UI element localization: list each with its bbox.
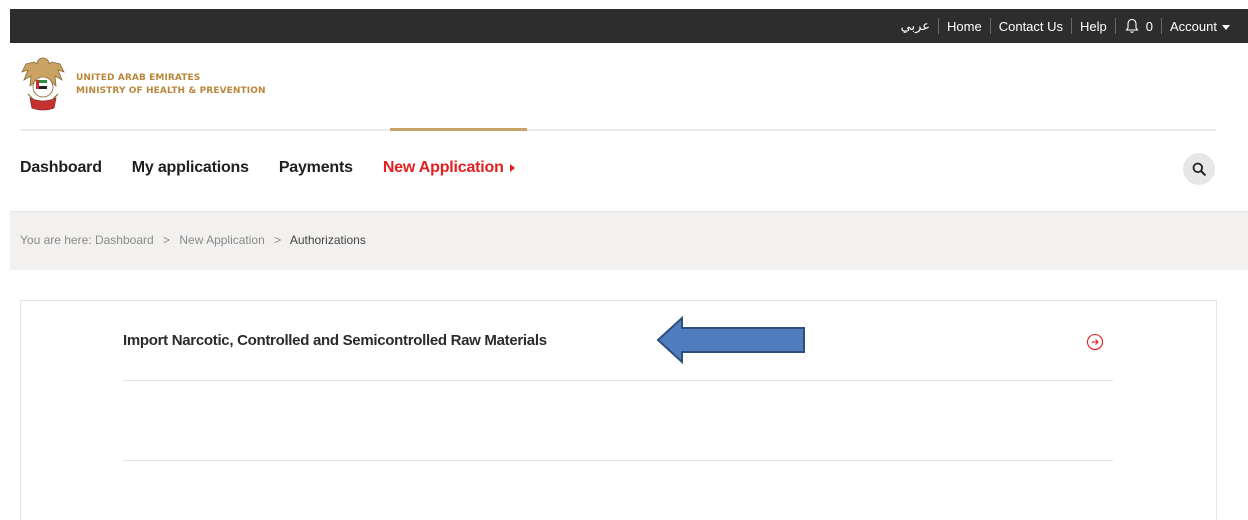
breadcrumb-separator: > [163,233,171,247]
logo-line-ministry: MINISTRY OF HEALTH & PREVENTION [76,86,266,96]
account-label: Account [1170,18,1217,34]
breadcrumb: You are here: Dashboard > New Applicatio… [20,233,366,247]
utility-links: عربي Home Contact Us Help 0 Account [893,9,1238,43]
logo-text: UNITED ARAB EMIRATES MINISTRY OF HEALTH … [76,72,266,98]
annotation-arrow-icon [656,316,805,364]
service-list-card: Import Narcotic, Controlled and Semicont… [20,300,1217,520]
breadcrumb-prefix: You are here: [20,233,92,247]
chevron-down-icon [1222,24,1230,30]
help-link[interactable]: Help [1072,19,1115,34]
service-row-title[interactable]: Import Narcotic, Controlled and Semicont… [123,332,547,349]
nav-new-application[interactable]: New Application [383,159,515,177]
contact-us-link[interactable]: Contact Us [991,19,1071,34]
breadcrumb-item-dashboard[interactable]: Dashboard [95,233,154,247]
active-tab-indicator [390,128,527,131]
notifications-button[interactable]: 0 [1116,18,1161,34]
page: عربي Home Contact Us Help 0 Account UNIT… [0,0,1248,520]
search-icon [1192,162,1206,176]
breadcrumb-item-new-application[interactable]: New Application [179,233,264,247]
top-utility-bar: عربي Home Contact Us Help 0 Account [10,9,1248,43]
row-divider [123,380,1113,381]
language-switch-link[interactable]: عربي [893,18,938,34]
breadcrumb-bar: You are here: Dashboard > New Applicatio… [10,211,1248,270]
home-link[interactable]: Home [939,19,990,34]
account-menu[interactable]: Account [1162,19,1238,34]
nav-payments[interactable]: Payments [279,159,353,177]
nav-my-applications[interactable]: My applications [132,159,249,177]
bell-icon [1125,18,1139,33]
search-button[interactable] [1183,153,1215,185]
nav-dashboard[interactable]: Dashboard [20,159,102,177]
header-divider [20,129,1216,131]
uae-emblem-icon [21,57,65,111]
ministry-logo[interactable]: UNITED ARAB EMIRATES MINISTRY OF HEALTH … [20,54,266,116]
row-divider [123,460,1113,461]
notification-count: 0 [1145,18,1154,34]
main-navigation: Dashboard My applications Payments New A… [20,159,545,177]
nav-new-application-label: New Application [382,159,504,176]
breadcrumb-separator: > [274,233,282,247]
arrow-right-circle-icon[interactable] [1086,333,1104,351]
logo-line-country: UNITED ARAB EMIRATES [76,73,201,83]
caret-right-icon [509,163,515,172]
breadcrumb-item-authorizations: Authorizations [289,233,366,247]
